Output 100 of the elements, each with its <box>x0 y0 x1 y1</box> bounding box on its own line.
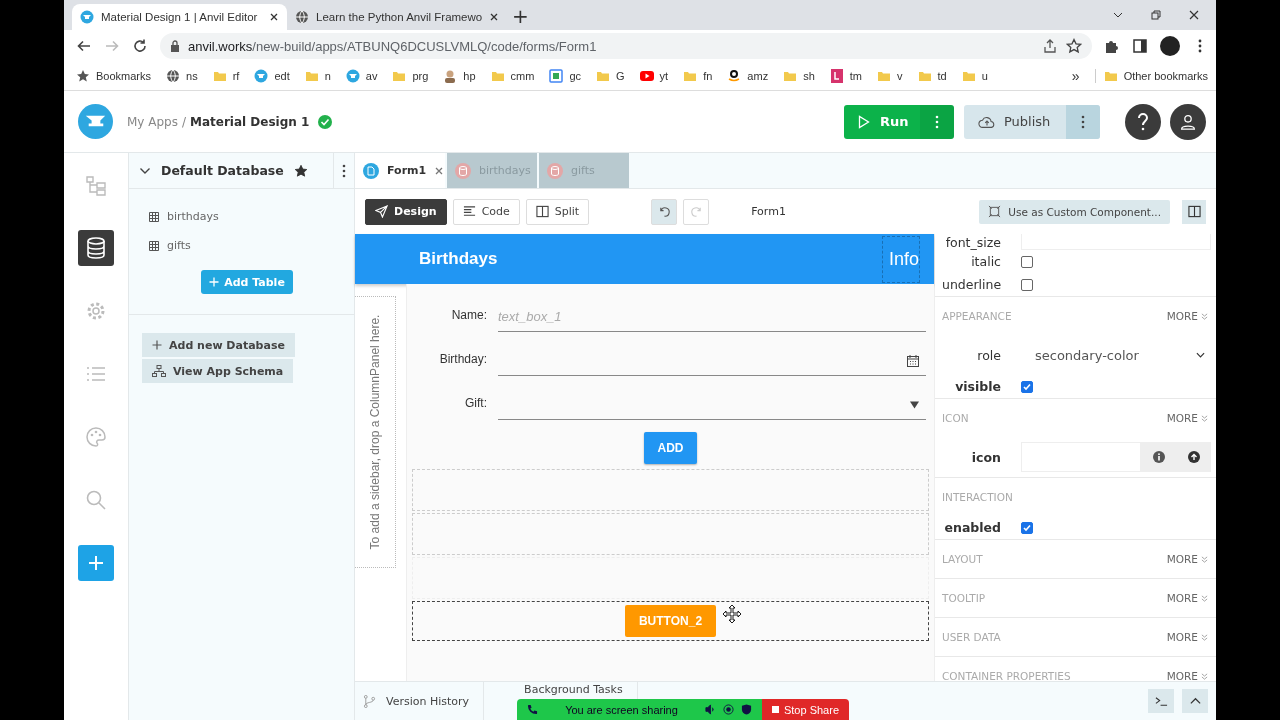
bookmark-item[interactable]: fn <box>683 69 713 83</box>
more-vertical-icon[interactable] <box>342 163 346 178</box>
more-toggle[interactable]: MORE <box>1166 592 1208 604</box>
calendar-icon <box>907 354 919 367</box>
back-arrow-icon[interactable] <box>76 38 92 54</box>
table-list-item[interactable]: gifts <box>149 231 354 260</box>
reload-icon[interactable] <box>132 38 148 54</box>
section-title: INTERACTION <box>942 491 1013 503</box>
folder-icon <box>304 69 319 83</box>
console-button[interactable] <box>1148 689 1174 713</box>
star-outline-icon[interactable] <box>1066 38 1082 54</box>
bookmark-item[interactable]: edt <box>254 69 290 83</box>
checkbox[interactable] <box>1021 380 1033 393</box>
property-label: underline <box>942 277 1001 292</box>
bookmark-item[interactable]: td <box>917 69 947 83</box>
database-icon <box>84 236 108 260</box>
editor-tab[interactable]: Form1 <box>355 153 447 188</box>
add-button[interactable] <box>78 545 114 581</box>
breadcrumb-link[interactable]: My Apps <box>127 114 178 129</box>
view-mode-button[interactable]: Split <box>525 198 590 225</box>
bookmark-item[interactable]: cmm <box>490 69 535 83</box>
bookmark-item[interactable]: G <box>596 69 625 83</box>
section-title: APPEARANCE <box>942 310 1012 322</box>
toggle-panel-button[interactable] <box>1182 199 1206 224</box>
text-field[interactable]: text_box_1 <box>498 302 926 332</box>
database-icon <box>547 162 563 179</box>
help-button[interactable] <box>1125 103 1161 140</box>
info-circle-icon[interactable] <box>1152 451 1165 463</box>
restore-icon[interactable] <box>1150 9 1162 21</box>
bookmark-item[interactable]: u <box>961 69 988 83</box>
move-cursor-icon <box>722 604 742 624</box>
view-mode-button[interactable]: Design <box>365 198 447 225</box>
version-history-tab[interactable]: Version History <box>355 682 485 720</box>
bookmark-item[interactable]: ns <box>166 69 198 83</box>
checkbox[interactable] <box>1021 521 1033 534</box>
bookmark-item[interactable]: amz <box>727 69 769 83</box>
sidebar-drop-zone: To add a sidebar, drop a ColumnPanel here. <box>355 296 396 568</box>
browser-tab[interactable]: Material Design 1 | Anvil Editor <box>72 4 287 30</box>
database-action-button[interactable]: View App Schema <box>142 359 294 383</box>
side-panel-icon[interactable] <box>1132 38 1148 54</box>
more-toggle[interactable]: MORE <box>1166 412 1208 424</box>
custom-component-button[interactable]: Use as Custom Component... <box>979 199 1170 224</box>
more-bookmarks-chevron[interactable]: » <box>1071 68 1080 84</box>
bookmark-item[interactable]: Other bookmarks <box>1094 69 1208 83</box>
background-tasks-tab[interactable]: Background Tasks <box>524 683 623 697</box>
field-label: Gift: <box>464 396 487 412</box>
property-label: font_size <box>944 235 1001 250</box>
section-title: USER DATA <box>942 631 1001 643</box>
close-icon[interactable] <box>269 12 279 22</box>
bookmark-item[interactable]: v <box>877 69 903 83</box>
branch-icon <box>363 694 376 708</box>
bookmark-item[interactable]: gc <box>549 69 582 83</box>
more-toggle[interactable]: MORE <box>1166 310 1208 322</box>
bookmark-item[interactable]: yt <box>639 69 669 83</box>
globe-icon <box>166 69 181 83</box>
section-title: ICON <box>942 412 969 424</box>
bookmark-item[interactable]: av <box>345 69 378 83</box>
bookmark-item[interactable]: Bookmarks <box>76 69 152 83</box>
new-tab-button[interactable]: + <box>502 2 539 30</box>
video-play-icon <box>639 69 654 83</box>
folder-icon <box>490 69 505 83</box>
publish-button[interactable]: Publish <box>964 104 1100 139</box>
plus-icon <box>152 340 162 350</box>
checkbox[interactable] <box>1021 255 1033 268</box>
stop-share-button[interactable]: Stop Share <box>762 699 849 720</box>
star-icon[interactable] <box>293 163 308 178</box>
more-toggle[interactable]: MORE <box>1166 631 1208 643</box>
database-action-button[interactable]: Add new Database <box>142 333 295 357</box>
upload-circle-icon[interactable] <box>1187 451 1200 463</box>
bookmark-item[interactable]: rf <box>212 69 240 83</box>
double-chevron-icon <box>1201 672 1208 680</box>
more-toggle[interactable]: MORE <box>1166 670 1208 681</box>
checkbox[interactable] <box>1021 278 1033 291</box>
more-vertical-icon[interactable] <box>1081 114 1085 129</box>
anvil-logo-icon[interactable] <box>78 104 113 139</box>
close-icon[interactable] <box>1188 9 1200 21</box>
more-toggle[interactable]: MORE <box>1166 553 1208 565</box>
profile-avatar[interactable] <box>1160 36 1180 56</box>
bookmark-item[interactable]: hp <box>443 69 476 83</box>
share-icon[interactable] <box>1042 38 1058 54</box>
close-icon[interactable] <box>489 12 500 22</box>
double-chevron-icon <box>1201 555 1208 563</box>
bookmark-item[interactable]: n <box>304 69 331 83</box>
section-title: LAYOUT <box>942 553 983 565</box>
puzzle-piece-icon[interactable] <box>1104 38 1120 54</box>
browser-tab[interactable]: Learn the Python Anvil Framewo <box>287 4 502 30</box>
bookmark-item[interactable]: sh <box>783 69 815 83</box>
expand-button[interactable] <box>1182 689 1208 713</box>
sidebar-tool-button[interactable] <box>78 230 114 266</box>
account-button[interactable] <box>1170 103 1206 140</box>
speaker-icon <box>705 704 716 715</box>
undo-button[interactable] <box>651 198 678 225</box>
address-bar[interactable]: anvil.works/new-build/apps/ATBUNQ6DCUSLVMLQ/code/forms/Form1 <box>160 33 1092 59</box>
bookmark-item[interactable]: prg <box>392 69 429 83</box>
bookmark-item[interactable]: tm <box>829 69 862 83</box>
frame-icon <box>988 205 1002 218</box>
table-list-item[interactable]: birthdays <box>149 202 354 231</box>
tree-icon <box>84 173 108 197</box>
role-dropdown[interactable]: secondary-color <box>1021 339 1213 371</box>
view-mode-button[interactable]: Code <box>452 198 520 225</box>
